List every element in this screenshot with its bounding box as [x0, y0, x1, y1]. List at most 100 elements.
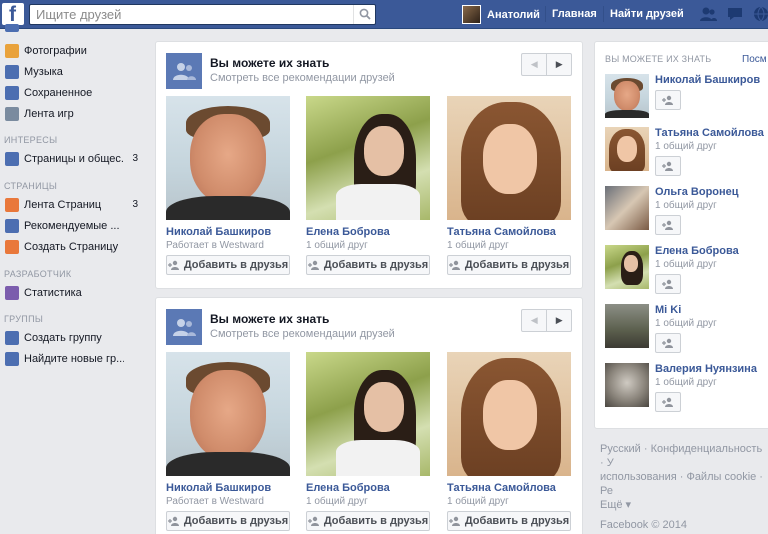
- copyright: Facebook © 2014: [600, 519, 687, 531]
- profile-photo[interactable]: [306, 96, 430, 220]
- add-friend-button[interactable]: [655, 156, 681, 176]
- sidebar-item-label: Фотографии: [24, 44, 87, 57]
- add-friend-button[interactable]: [655, 333, 681, 353]
- find-groups-icon: [5, 351, 19, 366]
- person-subtitle: 1 общий друг: [306, 240, 368, 251]
- footer: Русский · Конфиденциальность · У использ…: [600, 442, 768, 532]
- pages-feed-icon: [5, 197, 19, 212]
- sidebar-item-find-groups[interactable]: Найдите новые гр...: [0, 348, 148, 369]
- add-friend-button[interactable]: [655, 90, 681, 110]
- profile-photo[interactable]: [605, 245, 649, 289]
- section-heading: ИНТЕРЕСЫ: [4, 135, 58, 145]
- stats-icon: [5, 285, 19, 300]
- more-link[interactable]: Ещё ▾: [600, 498, 768, 512]
- button-label: Добавить в друзья: [464, 515, 570, 527]
- avatar: [462, 5, 481, 24]
- profile-link[interactable]: Анатолий: [462, 4, 540, 25]
- person-name[interactable]: Николай Башкиров: [166, 226, 290, 238]
- next-arrow-icon[interactable]: ▶: [546, 310, 571, 331]
- sidebar-item-saved[interactable]: Сохраненное: [0, 82, 148, 103]
- sidebar-item-recommended[interactable]: Рекомендуемые ...: [0, 215, 148, 236]
- add-friend-icon: [662, 279, 673, 289]
- profile-photo[interactable]: [605, 74, 649, 118]
- like-icon: [5, 218, 19, 233]
- add-friend-icon: [662, 338, 673, 348]
- profile-photo[interactable]: [605, 363, 649, 407]
- add-friend-button[interactable]: Добавить в друзья: [447, 255, 571, 275]
- sidebar-item-music[interactable]: Музыка: [0, 61, 148, 82]
- sidebar-item-partial[interactable]: [0, 21, 148, 35]
- pager: ◀ ▶: [521, 309, 572, 332]
- see-all-link[interactable]: Посм: [742, 54, 767, 65]
- create-page-icon: [5, 239, 19, 254]
- see-all-recommendations-link[interactable]: Смотреть все рекомендации друзей: [210, 72, 395, 84]
- notifications-icon[interactable]: [752, 6, 768, 22]
- messages-icon[interactable]: [726, 6, 744, 22]
- person-subtitle: Работает в Westward: [166, 496, 264, 507]
- sidebar-item-label: Создать группу: [24, 331, 102, 344]
- prev-arrow-icon[interactable]: ◀: [522, 54, 546, 75]
- rss-icon: [5, 151, 19, 166]
- add-friend-button[interactable]: Добавить в друзья: [166, 511, 290, 531]
- sidebar-item-create-page[interactable]: Создать Страницу: [0, 236, 148, 257]
- add-friend-button[interactable]: Добавить в друзья: [166, 255, 290, 275]
- see-all-recommendations-link[interactable]: Смотреть все рекомендации друзей: [210, 328, 395, 340]
- sidebar-item-label: Сохраненное: [24, 86, 93, 99]
- photos-icon: [5, 43, 19, 58]
- add-friend-button[interactable]: [655, 392, 681, 412]
- add-friend-button[interactable]: Добавить в друзья: [447, 511, 571, 531]
- section-heading: СТРАНИЦЫ: [4, 181, 58, 191]
- sidebar-item-photos[interactable]: Фотографии: [0, 40, 148, 61]
- friends-icon: [166, 309, 202, 345]
- divider: [603, 6, 604, 22]
- person-name[interactable]: Елена Боброва: [655, 245, 739, 257]
- profile-photo[interactable]: [605, 186, 649, 230]
- prev-arrow-icon[interactable]: ◀: [522, 310, 546, 331]
- profile-photo[interactable]: [605, 127, 649, 171]
- person-name[interactable]: Николай Башкиров: [655, 74, 760, 86]
- profile-photo[interactable]: [306, 352, 430, 476]
- profile-photo[interactable]: [447, 96, 571, 220]
- person-name[interactable]: Елена Боброва: [306, 482, 430, 494]
- search-button[interactable]: [353, 5, 375, 24]
- add-friend-icon: [448, 260, 460, 270]
- person-name[interactable]: Ольга Воронец: [655, 186, 739, 198]
- suggestion-card: Николай Башкиров Работает в Westward Доб…: [166, 352, 290, 531]
- add-friend-button[interactable]: Добавить в друзья: [306, 255, 430, 275]
- add-friend-icon: [662, 397, 673, 407]
- sidebar-item-create-group[interactable]: Создать группу: [0, 327, 148, 348]
- person-name[interactable]: Татьяна Самойлова: [447, 226, 571, 238]
- home-link[interactable]: Главная: [552, 8, 597, 20]
- person-name[interactable]: Валерия Нуянзина: [655, 363, 757, 375]
- pager: ◀ ▶: [521, 53, 572, 76]
- person-name[interactable]: Елена Боброва: [306, 226, 430, 238]
- user-name: Анатолий: [487, 8, 540, 21]
- add-friend-button[interactable]: [655, 215, 681, 235]
- person-name[interactable]: Николай Башкиров: [166, 482, 290, 494]
- next-arrow-icon[interactable]: ▶: [546, 54, 571, 75]
- footer-links[interactable]: Русский · Конфиденциальность · У: [600, 442, 768, 470]
- sidebar-item-label: Создать Страницу: [24, 240, 119, 253]
- person-subtitle: 1 общий друг: [447, 240, 509, 251]
- sidebar-item-stats[interactable]: Статистика: [0, 282, 148, 303]
- person-name[interactable]: Татьяна Самойлова: [655, 127, 764, 139]
- profile-photo[interactable]: [447, 352, 571, 476]
- add-friend-icon: [662, 95, 673, 105]
- person-name[interactable]: Mi Ki: [655, 304, 681, 316]
- sidebar-item-games[interactable]: Лента игр: [0, 103, 148, 124]
- add-friend-button[interactable]: Добавить в друзья: [306, 511, 430, 531]
- button-label: Добавить в друзья: [323, 259, 429, 271]
- sidebar-item-label: Лента Страниц: [24, 198, 102, 211]
- person-name[interactable]: Татьяна Самойлова: [447, 482, 571, 494]
- profile-photo[interactable]: [166, 352, 290, 476]
- mutual-friends: 1 общий друг: [655, 200, 717, 211]
- footer-links[interactable]: использования · Файлы cookie · Ре: [600, 470, 768, 498]
- find-friends-link[interactable]: Найти друзей: [610, 8, 684, 20]
- friend-requests-icon[interactable]: [699, 6, 717, 22]
- profile-photo[interactable]: [605, 304, 649, 348]
- add-friend-button[interactable]: [655, 274, 681, 294]
- button-label: Добавить в друзья: [464, 259, 570, 271]
- sidebar-item-pages-groups[interactable]: Страницы и общес... 3: [0, 148, 148, 169]
- sidebar-item-pages-feed[interactable]: Лента Страниц 3: [0, 194, 148, 215]
- profile-photo[interactable]: [166, 96, 290, 220]
